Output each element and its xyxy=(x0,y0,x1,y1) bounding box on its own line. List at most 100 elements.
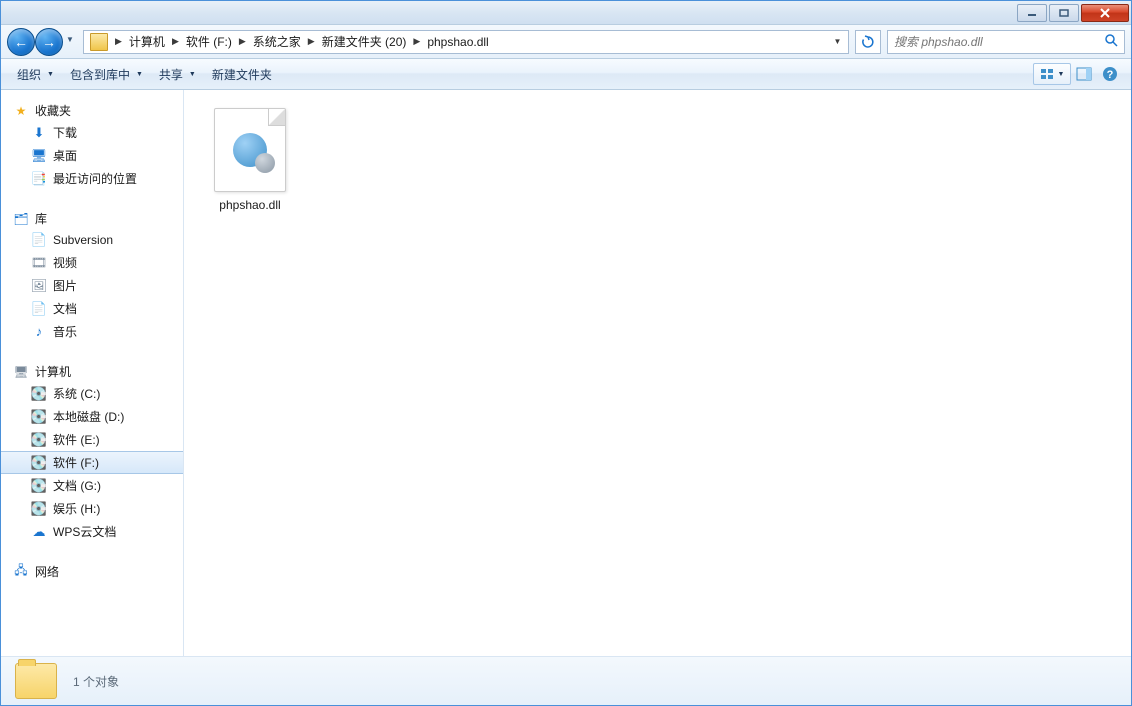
computer-icon: 🖥 xyxy=(13,364,29,380)
window-controls xyxy=(1017,4,1131,22)
organize-button[interactable]: 组织 ▼ xyxy=(9,62,62,87)
share-button[interactable]: 共享 ▼ xyxy=(151,62,204,87)
chevron-right-icon[interactable]: ▶ xyxy=(169,36,182,47)
maximize-button[interactable] xyxy=(1049,4,1079,22)
music-icon: ♪ xyxy=(31,324,47,340)
chevron-right-icon[interactable]: ▶ xyxy=(112,36,125,47)
refresh-button[interactable] xyxy=(855,30,881,54)
favorites-group: ★ 收藏夹 ⬇ 下载 🖥 桌面 📑 最近访问的位置 xyxy=(1,100,183,190)
nav-buttons: ← → ▼ xyxy=(7,28,77,56)
sidebar-item-label: 软件 (E:) xyxy=(53,431,100,448)
chevron-down-icon: ▼ xyxy=(1058,71,1065,78)
picture-icon: 🖼 xyxy=(31,278,47,294)
file-thumbnail xyxy=(214,108,286,192)
chevron-right-icon[interactable]: ▶ xyxy=(410,36,423,47)
navigation-pane: ★ 收藏夹 ⬇ 下载 🖥 桌面 📑 最近访问的位置 🗂 xyxy=(1,90,184,656)
new-folder-button[interactable]: 新建文件夹 xyxy=(204,62,280,87)
view-options-button[interactable]: ▼ xyxy=(1033,63,1071,85)
breadcrumb: ▶ 计算机 ▶ 软件 (F:) ▶ 系统之家 ▶ 新建文件夹 (20) ▶ ph… xyxy=(112,31,828,53)
computer-label: 计算机 xyxy=(35,363,71,380)
breadcrumb-item[interactable]: 系统之家 xyxy=(249,31,305,53)
star-icon: ★ xyxy=(13,103,29,119)
search-box[interactable] xyxy=(887,30,1125,54)
sidebar-item-drive-d[interactable]: 💽 本地磁盘 (D:) xyxy=(1,405,183,428)
organize-label: 组织 xyxy=(17,66,41,83)
include-in-library-button[interactable]: 包含到库中 ▼ xyxy=(62,62,151,87)
help-icon: ? xyxy=(1102,66,1118,82)
search-icon[interactable] xyxy=(1104,33,1118,50)
favorites-header[interactable]: ★ 收藏夹 xyxy=(1,100,183,121)
folder-icon xyxy=(90,33,108,51)
search-input[interactable] xyxy=(894,35,1104,49)
close-button[interactable] xyxy=(1081,4,1129,22)
file-name-label: phpshao.dll xyxy=(219,198,280,212)
desktop-icon: 🖥 xyxy=(31,148,47,164)
breadcrumb-item[interactable]: 软件 (F:) xyxy=(182,31,236,53)
breadcrumb-item[interactable]: 计算机 xyxy=(125,31,169,53)
computer-group: 🖥 计算机 💽 系统 (C:) 💽 本地磁盘 (D:) 💽 软件 (E:) 💽 xyxy=(1,361,183,543)
sidebar-item-drive-h[interactable]: 💽 娱乐 (H:) xyxy=(1,497,183,520)
chevron-down-icon: ▼ xyxy=(66,35,74,44)
navigation-bar: ← → ▼ ▶ 计算机 ▶ 软件 (F:) ▶ 系统之家 ▶ 新建文件夹 (20… xyxy=(1,25,1131,59)
sidebar-item-desktop[interactable]: 🖥 桌面 xyxy=(1,144,183,167)
sidebar-item-label: 桌面 xyxy=(53,147,77,164)
breadcrumb-item[interactable]: phpshao.dll xyxy=(423,31,492,53)
sidebar-item-downloads[interactable]: ⬇ 下载 xyxy=(1,121,183,144)
share-label: 共享 xyxy=(159,66,183,83)
sidebar-item-videos[interactable]: 🎞 视频 xyxy=(1,251,183,274)
sidebar-item-wps-cloud[interactable]: ☁ WPS云文档 xyxy=(1,520,183,543)
sidebar-item-recent[interactable]: 📑 最近访问的位置 xyxy=(1,167,183,190)
sidebar-item-music[interactable]: ♪ 音乐 xyxy=(1,320,183,343)
forward-button[interactable]: → xyxy=(35,28,63,56)
sidebar-item-label: 本地磁盘 (D:) xyxy=(53,408,124,425)
address-dropdown[interactable]: ▼ xyxy=(828,31,846,53)
explorer-window: ← → ▼ ▶ 计算机 ▶ 软件 (F:) ▶ 系统之家 ▶ 新建文件夹 (20… xyxy=(0,0,1132,706)
back-button[interactable]: ← xyxy=(7,28,35,56)
chevron-down-icon: ▼ xyxy=(47,71,54,78)
titlebar xyxy=(1,1,1131,25)
status-text: 1 个对象 xyxy=(73,673,119,690)
sidebar-item-drive-e[interactable]: 💽 软件 (E:) xyxy=(1,428,183,451)
svg-text:?: ? xyxy=(1107,69,1114,81)
sidebar-item-subversion[interactable]: 📄 Subversion xyxy=(1,229,183,251)
sidebar-item-label: 下载 xyxy=(53,124,77,141)
libraries-group: 🗂 库 📄 Subversion 🎞 视频 🖼 图片 📄 文档 xyxy=(1,208,183,343)
address-bar[interactable]: ▶ 计算机 ▶ 软件 (F:) ▶ 系统之家 ▶ 新建文件夹 (20) ▶ ph… xyxy=(83,30,849,54)
breadcrumb-item[interactable]: 新建文件夹 (20) xyxy=(318,31,411,53)
help-button[interactable]: ? xyxy=(1097,63,1123,85)
sidebar-item-drive-g[interactable]: 💽 文档 (G:) xyxy=(1,474,183,497)
arrow-right-icon: → xyxy=(42,34,56,50)
chevron-right-icon[interactable]: ▶ xyxy=(305,36,318,47)
preview-pane-button[interactable] xyxy=(1071,63,1097,85)
sidebar-item-drive-c[interactable]: 💽 系统 (C:) xyxy=(1,382,183,405)
status-bar: 1 个对象 xyxy=(1,657,1131,705)
network-header[interactable]: 🖧 网络 xyxy=(1,561,183,582)
file-list-pane[interactable]: phpshao.dll xyxy=(184,90,1131,656)
folder-icon xyxy=(15,663,57,699)
sidebar-item-label: 视频 xyxy=(53,254,77,271)
sidebar-item-label: 文档 (G:) xyxy=(53,477,101,494)
chevron-right-icon[interactable]: ▶ xyxy=(236,36,249,47)
gear-icon xyxy=(255,153,275,173)
maximize-icon xyxy=(1059,9,1069,17)
toolbar: 组织 ▼ 包含到库中 ▼ 共享 ▼ 新建文件夹 ▼ ? xyxy=(1,59,1131,90)
sidebar-item-drive-f[interactable]: 💽 软件 (F:) xyxy=(1,451,183,474)
sidebar-item-documents[interactable]: 📄 文档 xyxy=(1,297,183,320)
nav-history-dropdown[interactable]: ▼ xyxy=(63,28,77,52)
sidebar-item-label: WPS云文档 xyxy=(53,523,116,540)
drive-icon: 💽 xyxy=(31,501,47,517)
download-icon: ⬇ xyxy=(31,125,47,141)
minimize-icon xyxy=(1027,9,1037,17)
view-icon xyxy=(1040,68,1054,80)
file-item[interactable]: phpshao.dll xyxy=(202,104,298,216)
libraries-header[interactable]: 🗂 库 xyxy=(1,208,183,229)
sidebar-item-label: 音乐 xyxy=(53,323,77,340)
computer-header[interactable]: 🖥 计算机 xyxy=(1,361,183,382)
library-icon: 🗂 xyxy=(13,211,29,227)
sidebar-item-pictures[interactable]: 🖼 图片 xyxy=(1,274,183,297)
favorites-label: 收藏夹 xyxy=(35,102,71,119)
refresh-icon xyxy=(861,35,875,49)
minimize-button[interactable] xyxy=(1017,4,1047,22)
video-icon: 🎞 xyxy=(31,255,47,271)
drive-icon: 💽 xyxy=(31,455,47,471)
